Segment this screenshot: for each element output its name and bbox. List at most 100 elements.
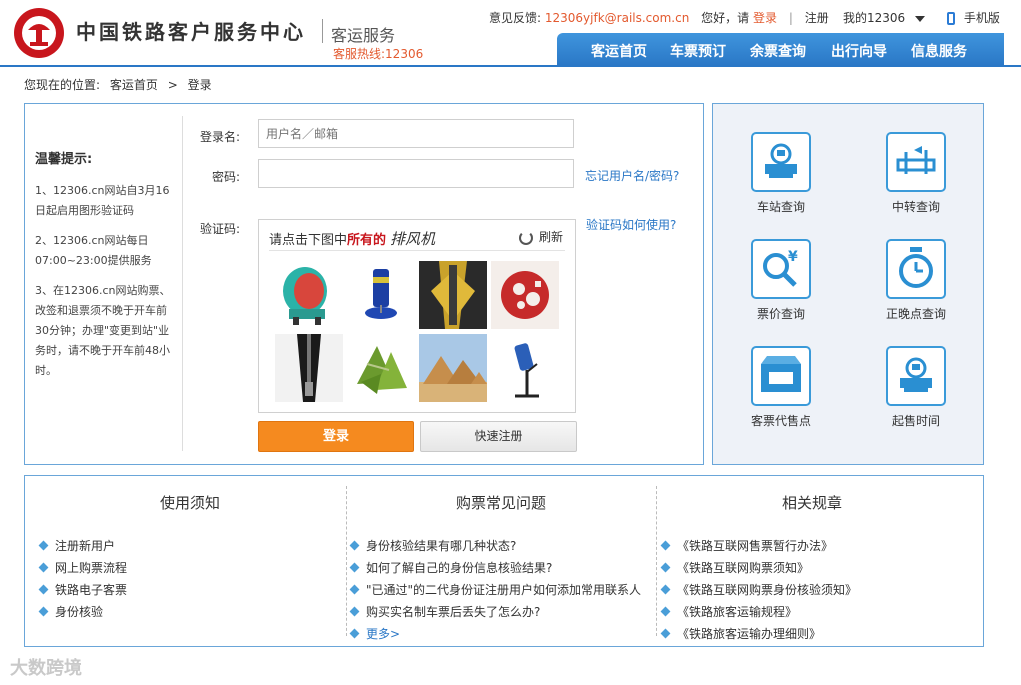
list-item-label: 网上购票流程	[55, 561, 128, 575]
list-item-label: 《铁路互联网售票暂行办法》	[677, 539, 834, 553]
captcha-image-pyramids[interactable]	[419, 334, 487, 402]
captcha-image-blue-cylinder[interactable]	[347, 261, 415, 329]
price-search-icon: ¥	[751, 239, 811, 299]
bullet-icon	[660, 606, 671, 617]
bullet-icon	[38, 584, 49, 595]
captcha-image-red-paper-cut[interactable]	[491, 261, 559, 329]
breadcrumb-prefix: 您现在的位置:	[24, 78, 101, 92]
ticket-agency-icon	[751, 346, 811, 406]
login-panel: 温馨提示: 1、12306.cn网站自3月16日起启用图形验证码 2、12306…	[24, 103, 704, 465]
feedback-email-link[interactable]: 12306yjfk@rails.com.cn	[545, 11, 689, 25]
more-link[interactable]: 更多>	[349, 623, 651, 645]
feedback-label: 意见反馈:	[489, 11, 542, 25]
list-item[interactable]: 铁路电子客票	[38, 579, 340, 601]
username-label: 登录名:	[199, 130, 240, 144]
nav-info-service[interactable]: 信息服务	[911, 41, 967, 61]
captcha-image-zipper-gold[interactable]	[419, 261, 487, 329]
list-item-label: 《铁路互联网购票身份核验须知》	[677, 583, 858, 597]
usage-notice-column: 使用须知 注册新用户 网上购票流程 铁路电子客票 身份核验	[38, 476, 340, 648]
railway-logo-icon[interactable]	[14, 8, 64, 58]
faq-list: 身份核验结果有哪几种状态? 如何了解自己的身份信息核验结果? "已通过"的二代身…	[349, 535, 651, 645]
list-item[interactable]: 《铁路互联网售票暂行办法》	[660, 535, 962, 557]
list-item[interactable]: "已通过"的二代身份证注册用户如何添加常用联系人	[349, 579, 651, 601]
captcha-divider	[269, 250, 565, 251]
service-label: 正晚点查询	[885, 307, 946, 321]
captcha-image-black-zipper[interactable]	[275, 334, 343, 402]
list-item[interactable]: 《铁路互联网购票须知》	[660, 557, 962, 579]
captcha-refresh-button[interactable]: 刷新	[518, 228, 563, 245]
register-link[interactable]: 注册	[805, 11, 829, 25]
username-input[interactable]	[258, 119, 574, 148]
sale-time-icon	[886, 346, 946, 406]
tip-item: 2、12306.cn网站每日07:00~23:00提供服务	[35, 234, 152, 267]
captcha-prompt-text: 请点击下图中	[269, 233, 348, 248]
breadcrumb-home-link[interactable]: 客运首页	[110, 78, 158, 92]
bullet-icon	[660, 562, 671, 573]
captcha-image-exhaust-fan[interactable]	[275, 261, 343, 329]
list-item[interactable]: 身份核验结果有哪几种状态?	[349, 535, 651, 557]
transfer-icon	[886, 132, 946, 192]
service-label: 中转查询	[891, 200, 940, 214]
more-label: 更多>	[366, 627, 401, 641]
bullet-icon	[38, 562, 49, 573]
service-ticket-agency[interactable]: 客票代售点	[731, 346, 831, 429]
login-button[interactable]: 登录	[258, 421, 414, 452]
site-name: 中国铁路客户服务中心	[76, 20, 306, 44]
service-panel: 车站查询 中转查询 ¥ 票价查询 正晚点查询 客票代售点 起售时间	[712, 103, 984, 465]
list-item[interactable]: 购买实名制车票后丢失了怎么办?	[349, 601, 651, 623]
captcha-image-lamp-fan[interactable]	[491, 334, 559, 402]
list-item[interactable]: 网上购票流程	[38, 557, 340, 579]
tips-title: 温馨提示:	[35, 152, 93, 167]
forgot-password-link[interactable]: 忘记用户名/密码?	[585, 167, 679, 184]
list-item[interactable]: 《铁路旅客运输规程》	[660, 601, 962, 623]
login-link[interactable]: 登录	[753, 11, 777, 25]
service-label: 客票代售点	[750, 414, 811, 428]
captcha-label: 验证码:	[199, 222, 240, 236]
nav-remaining-tickets[interactable]: 余票查询	[750, 41, 806, 61]
title-divider	[322, 19, 323, 43]
nav-travel-guide[interactable]: 出行向导	[831, 41, 887, 61]
service-sale-time[interactable]: 起售时间	[866, 346, 966, 429]
bullet-icon	[38, 606, 49, 617]
service-transfer-query[interactable]: 中转查询	[866, 132, 966, 215]
quick-register-button[interactable]: 快速注册	[420, 421, 577, 452]
breadcrumb-arrow: >	[167, 78, 178, 92]
captcha-keyword: 排风机	[390, 230, 436, 248]
column-title: 相关规章	[781, 494, 842, 512]
nav-booking[interactable]: 车票预订	[670, 41, 726, 61]
nav-home[interactable]: 客运首页	[591, 41, 647, 61]
header: 中国铁路客户服务中心 客运服务 客服热线:12306 意见反馈: 12306yj…	[0, 0, 1021, 67]
greeting: 您好，请	[701, 11, 750, 25]
list-item[interactable]: 如何了解自己的身份信息核验结果?	[349, 557, 651, 579]
list-item-label: 《铁路互联网购票须知》	[677, 561, 810, 575]
list-item[interactable]: 注册新用户	[38, 535, 340, 557]
bullet-icon	[38, 540, 49, 551]
header-divider	[0, 65, 1021, 67]
service-ontime-query[interactable]: 正晚点查询	[866, 239, 966, 322]
faq-column: 购票常见问题 身份核验结果有哪几种状态? 如何了解自己的身份信息核验结果? "已…	[349, 476, 651, 648]
svg-text:¥: ¥	[788, 249, 798, 265]
chevron-down-icon	[915, 15, 926, 22]
watermark: 大数跨境	[10, 658, 82, 679]
bullet-icon	[660, 628, 671, 639]
list-item[interactable]: 身份核验	[38, 601, 340, 623]
mobile-link[interactable]: 手机版	[947, 9, 1000, 26]
list-item-label: 身份核验结果有哪几种状态?	[366, 539, 517, 553]
tip-item: 3、在12306.cn网站购票、改签和退票须不晚于开车前30分钟；办理"变更到站…	[35, 284, 171, 377]
my-account-menu[interactable]: 我的12306	[843, 9, 926, 26]
column-title: 购票常见问题	[455, 494, 546, 512]
regulations-column: 相关规章 《铁路互联网售票暂行办法》 《铁路互联网购票须知》 《铁路互联网购票身…	[660, 476, 962, 648]
hotline: 客服热线:12306	[333, 47, 424, 61]
service-price-query[interactable]: ¥ 票价查询	[731, 239, 831, 322]
list-item[interactable]: 《铁路旅客运输办理细则》	[660, 623, 962, 645]
service-station-query[interactable]: 车站查询	[731, 132, 831, 215]
station-icon	[751, 132, 811, 192]
my-account-label: 我的12306	[843, 11, 906, 25]
captcha-help-link[interactable]: 验证码如何使用?	[586, 216, 676, 233]
bullet-icon	[349, 628, 360, 639]
list-item[interactable]: 《铁路互联网购票身份核验须知》	[660, 579, 962, 601]
password-input[interactable]	[258, 159, 574, 188]
list-item-label: 铁路电子客票	[55, 583, 128, 597]
breadcrumb: 您现在的位置: 客运首页 > 登录	[24, 76, 218, 93]
captcha-image-rice-dumplings[interactable]	[347, 334, 415, 402]
